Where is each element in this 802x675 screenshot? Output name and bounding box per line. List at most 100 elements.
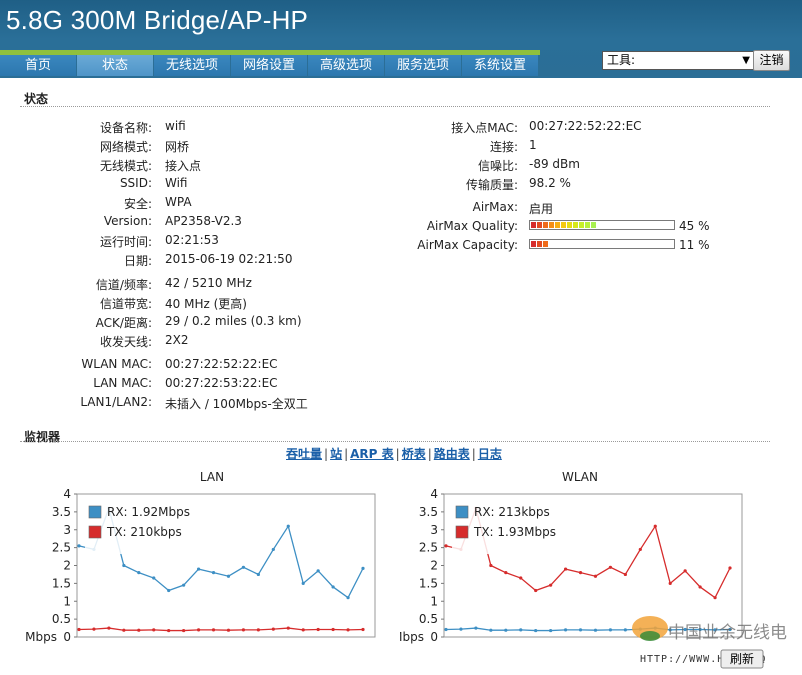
lan-series-1-point	[331, 627, 335, 632]
lan-series-0-point	[152, 576, 156, 580]
tab-5[interactable]: 服务选项	[385, 55, 461, 76]
lan-series-1-point	[241, 628, 246, 632]
wlan-series-0-point	[489, 628, 493, 632]
lan-ytick-label: 1.5	[52, 576, 71, 590]
status-label: 传输质量:	[465, 178, 518, 192]
refresh-button[interactable]: 刷新	[730, 651, 754, 666]
lan-ytick-label: 2.5	[52, 541, 71, 555]
status-value: 98.2 %	[529, 176, 571, 190]
wlan-series-1-point	[608, 565, 613, 569]
wlan-series-1-point	[623, 572, 627, 577]
status-label: 运行时间:	[99, 235, 152, 249]
status-label: 日期:	[123, 254, 152, 268]
airmax-quality-fill	[531, 222, 597, 228]
wlan-series-1-point	[668, 581, 672, 585]
lan-series-1-point	[196, 628, 201, 632]
bar-segment	[561, 222, 566, 228]
status-label: 信道带宽:	[99, 297, 152, 311]
lan-series-0-point	[286, 524, 290, 528]
lan-series-0-point	[137, 571, 141, 575]
monitor-link-5[interactable]: 日志	[478, 447, 502, 461]
lan-series-0-point	[301, 581, 305, 585]
status-value: 00:27:22:52:22:EC	[165, 357, 278, 371]
wlan-series-1-point	[728, 566, 732, 570]
status-label: 信道/频率:	[95, 278, 152, 292]
status-label: ACK/距离:	[95, 316, 152, 330]
status-value: 29 / 0.2 miles (0.3 km)	[165, 314, 302, 328]
status-value: 未插入 / 100Mbps-全双工	[165, 397, 308, 411]
status-value: 42 / 5210 MHz	[165, 276, 252, 290]
watermark-text: 中国业余无线电	[668, 623, 787, 643]
tab-3[interactable]: 网络设置	[231, 55, 307, 76]
bar-segment	[579, 222, 584, 228]
wlan-series-0-point	[578, 628, 583, 632]
lan-series-0-point	[271, 547, 275, 552]
lan-series-0-point	[346, 596, 350, 600]
wlan-ytick-label: 1.5	[419, 576, 438, 590]
monitor-link-2[interactable]: ARP 表	[350, 447, 394, 461]
lan-series-0-point	[77, 544, 81, 548]
lan-series-1-point	[301, 628, 305, 632]
lan-series-0-point	[167, 588, 171, 593]
wlan-series-1-point	[653, 524, 657, 528]
bar-segment	[543, 241, 548, 247]
airmax-capacity-bar	[529, 239, 675, 249]
tools-select[interactable]: 工具: ▼	[602, 51, 754, 70]
lan-series-0-point	[211, 571, 216, 575]
logout-button[interactable]: 注销	[753, 50, 790, 71]
status-label: AirMax:	[472, 200, 518, 214]
tab-6[interactable]: 系统设置	[462, 55, 538, 76]
link-separator: |	[395, 447, 400, 461]
wlan-series-0-point	[474, 626, 478, 630]
wlan-series-0-point	[608, 628, 613, 632]
tab-4[interactable]: 高级选项	[308, 55, 384, 76]
wlan-series-0-point	[444, 627, 448, 632]
wlan-series-0-point	[623, 628, 627, 632]
wlan-series-1-point	[444, 544, 448, 548]
status-value: 2015-06-19 02:21:50	[165, 252, 293, 266]
status-value: AP2358-V2.3	[165, 214, 242, 228]
status-label: 信噪比:	[477, 159, 518, 173]
bar-segment	[531, 222, 536, 228]
lan-series-0-point	[361, 566, 365, 570]
status-label: 连接:	[489, 140, 518, 154]
tab-0[interactable]: 首页	[0, 55, 76, 76]
lan-ytick-label: 1	[63, 594, 71, 608]
monitor-link-0[interactable]: 吞吐量	[286, 447, 322, 461]
wlan-series-0-point	[563, 628, 568, 632]
tools-select-value: 工具:	[607, 53, 636, 67]
status-label: SSID:	[119, 176, 152, 190]
lan-series-1-point	[226, 628, 231, 632]
lan-ytick-label: 4	[63, 487, 71, 501]
lan-series-0-point	[196, 567, 201, 571]
lan-series-1-point	[211, 628, 216, 632]
lan-series-1-point	[167, 628, 171, 633]
lan-series-1-point	[107, 626, 111, 630]
lan-ytick-label: 3.5	[52, 505, 71, 519]
status-label: Version:	[103, 214, 152, 228]
lan-series-0-point	[256, 572, 260, 577]
link-separator: |	[344, 447, 349, 461]
monitor-link-3[interactable]: 桥表	[402, 447, 426, 461]
status-label: LAN1/LAN2:	[80, 395, 152, 409]
wlan-ytick-label: 3.5	[419, 505, 438, 519]
bar-segment	[537, 222, 542, 228]
lan-series-1-point	[361, 627, 365, 632]
wlan-series-1-point	[683, 569, 687, 573]
wlan-series-1-point	[698, 585, 702, 589]
lan-series-1-point	[77, 627, 81, 632]
monitor-link-4[interactable]: 路由表	[434, 447, 470, 461]
bar-segment	[573, 222, 578, 228]
lan-throughput-chart: 0 0.5 1 1.5 2 2.5 3 3.5 4 Mbps RX: 1.92Mbps TX: 210…	[25, 487, 376, 644]
lan-ylabel: Mbps	[25, 630, 57, 644]
tab-1[interactable]: 状态	[77, 55, 153, 76]
wlan-series-0-point	[534, 628, 538, 633]
lan-chart-title: LAN	[199, 470, 225, 484]
monitor-link-1[interactable]: 站	[330, 447, 342, 461]
link-separator: |	[427, 447, 432, 461]
lan-series-0-point	[241, 565, 246, 569]
tab-2[interactable]: 无线选项	[154, 55, 230, 76]
wlan-series-1-point	[563, 567, 568, 571]
status-value: 00:27:22:52:22:EC	[529, 119, 642, 133]
lan-series-0-point	[226, 574, 231, 578]
